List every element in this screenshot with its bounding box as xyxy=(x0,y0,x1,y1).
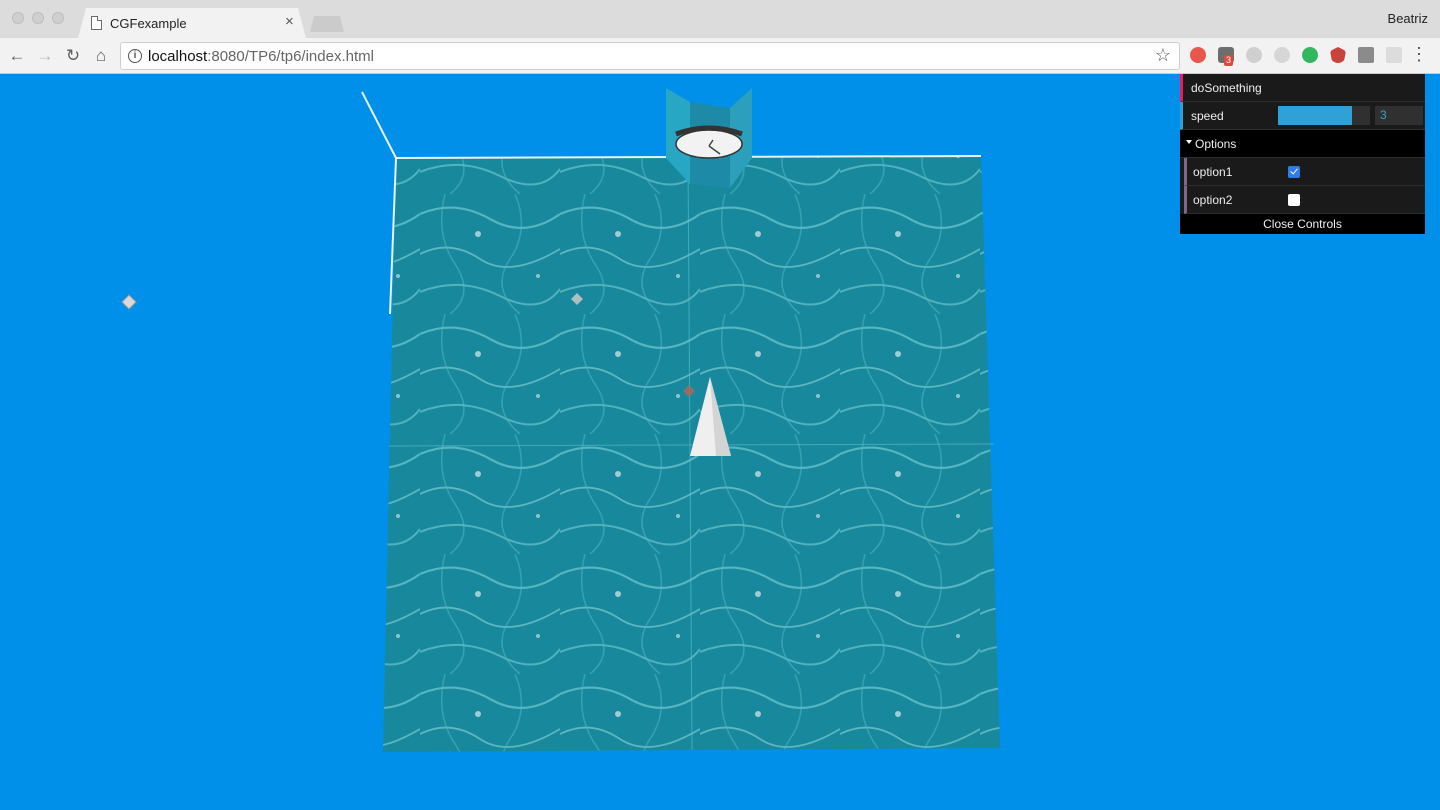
url-path: :8080/TP6/tp6/index.html xyxy=(207,48,374,65)
option1-checkbox[interactable] xyxy=(1288,166,1300,178)
options-folder-label: Options xyxy=(1195,137,1237,151)
info-icon[interactable]: i xyxy=(128,49,142,63)
window-close-button[interactable] xyxy=(12,12,24,24)
new-tab-button[interactable] xyxy=(310,16,344,32)
window-minimize-button[interactable] xyxy=(32,12,44,24)
option1-row: option1 xyxy=(1184,158,1425,186)
do-something-button[interactable]: doSomething xyxy=(1180,74,1425,102)
extension-square-icon[interactable] xyxy=(1386,47,1402,63)
extension-cloud-icon[interactable] xyxy=(1246,47,1262,63)
address-bar[interactable]: i localhost:8080/TP6/tp6/index.html ☆ xyxy=(120,42,1180,70)
tab-title: CGFexample xyxy=(110,16,187,31)
clock-face xyxy=(675,129,743,159)
option2-checkbox[interactable] xyxy=(1288,194,1300,206)
option2-row: option2 xyxy=(1184,186,1425,214)
menu-icon[interactable]: ⋮ xyxy=(1410,44,1428,65)
url-text[interactable]: localhost:8080/TP6/tp6/index.html xyxy=(148,48,374,65)
controls-panel: doSomething speed 3 Options option1 opti… xyxy=(1180,74,1425,234)
home-icon[interactable]: ⌂ xyxy=(90,45,112,67)
tab-strip: CGFexample × Beatriz xyxy=(0,0,1440,38)
speed-input[interactable]: 3 xyxy=(1375,106,1423,125)
extension-badge: 3 xyxy=(1224,55,1234,66)
extension-shield-icon[interactable] xyxy=(1274,47,1290,63)
speed-control: speed 3 xyxy=(1180,102,1425,130)
tab-close-icon[interactable]: × xyxy=(285,13,294,30)
option1-label: option1 xyxy=(1193,165,1233,179)
extension-green-icon[interactable] xyxy=(1302,47,1318,63)
extension-red-icon[interactable] xyxy=(1190,47,1206,63)
do-something-label: doSomething xyxy=(1191,81,1262,95)
bookmark-star-icon[interactable]: ☆ xyxy=(1155,45,1171,66)
speed-label: speed xyxy=(1191,109,1224,123)
speed-slider-fill xyxy=(1278,106,1352,125)
small-diamond xyxy=(121,294,137,310)
window-zoom-button[interactable] xyxy=(52,12,64,24)
forward-arrow-icon[interactable]: → xyxy=(34,45,56,67)
options-folder-toggle[interactable]: Options xyxy=(1180,130,1425,158)
profile-name[interactable]: Beatriz xyxy=(1388,11,1428,26)
close-controls-button[interactable]: Close Controls xyxy=(1180,214,1425,234)
extension-brave-icon[interactable] xyxy=(1330,47,1346,63)
option2-label: option2 xyxy=(1193,193,1233,207)
document-icon xyxy=(91,16,102,30)
tab-cgfexample[interactable]: CGFexample × xyxy=(78,8,306,38)
extension-jb-icon[interactable] xyxy=(1358,47,1374,63)
caret-down-icon xyxy=(1186,140,1192,144)
url-host: localhost xyxy=(148,48,208,65)
back-arrow-icon[interactable]: ← xyxy=(6,45,28,67)
speed-slider[interactable] xyxy=(1278,106,1370,125)
reload-icon[interactable]: ↻ xyxy=(62,45,84,67)
